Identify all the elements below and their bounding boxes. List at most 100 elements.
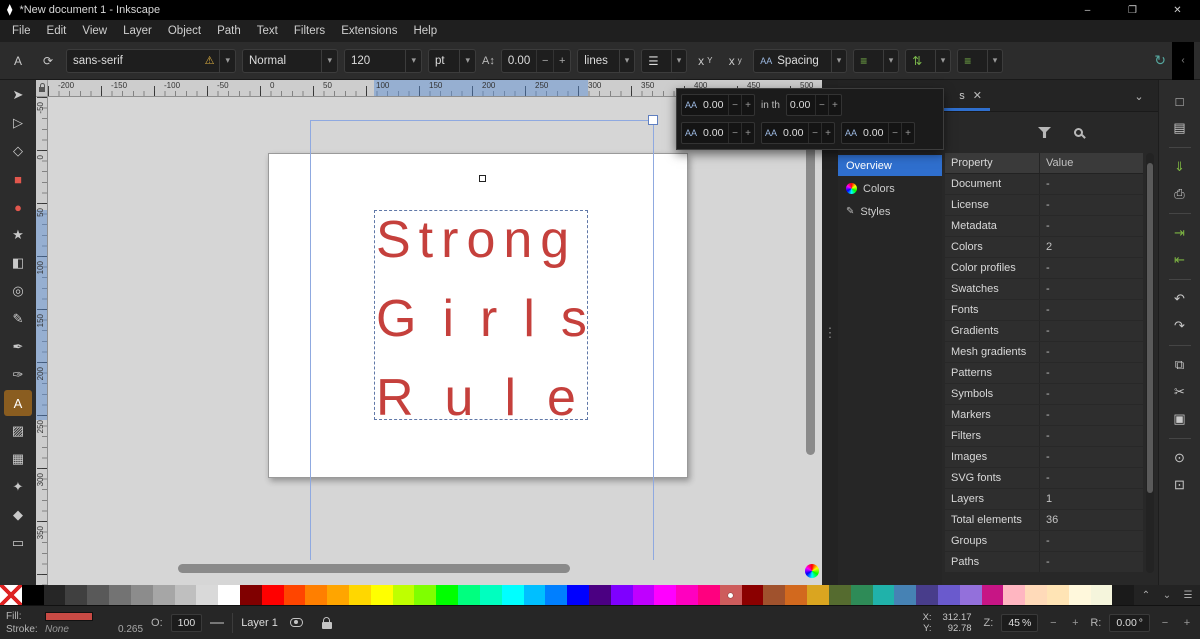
paint-bucket-tool[interactable]: ◆ <box>4 502 32 528</box>
opacity-slider[interactable] <box>210 622 224 624</box>
palette-scroll-up-button[interactable]: ⌃ <box>1137 586 1155 604</box>
ellipse-tool[interactable]: ● <box>4 194 32 220</box>
table-row[interactable]: License- <box>945 195 1143 216</box>
color-swatch[interactable] <box>873 585 895 605</box>
table-row[interactable]: SVG fonts- <box>945 468 1143 489</box>
export-icon[interactable]: ⇤ <box>1167 249 1193 271</box>
increment-button[interactable]: + <box>901 123 914 143</box>
node-tool[interactable]: ▷ <box>4 110 32 136</box>
color-swatch[interactable] <box>87 585 109 605</box>
increment-button[interactable]: + <box>741 95 754 115</box>
zoom-page-icon[interactable]: ⊡ <box>1167 474 1193 496</box>
mesh-gradient-tool[interactable]: ▦ <box>4 446 32 472</box>
color-swatch[interactable] <box>938 585 960 605</box>
text-tool[interactable]: A <box>4 390 32 416</box>
decrement-button[interactable]: − <box>728 123 741 143</box>
table-row[interactable]: Fonts- <box>945 300 1143 321</box>
menu-edit[interactable]: Edit <box>39 22 75 40</box>
vertical-guide[interactable] <box>310 120 311 560</box>
opacity-input[interactable]: 100 <box>171 614 203 632</box>
table-row[interactable]: Groups- <box>945 531 1143 552</box>
menu-layer[interactable]: Layer <box>115 22 160 40</box>
restore-button[interactable]: ❐ <box>1110 0 1155 20</box>
redo-icon[interactable]: ↷ <box>1167 315 1193 337</box>
color-swatch[interactable] <box>611 585 633 605</box>
menu-extensions[interactable]: Extensions <box>333 22 405 40</box>
color-swatch[interactable] <box>22 585 44 605</box>
color-swatch[interactable] <box>567 585 589 605</box>
selector-tool[interactable]: ➤ <box>4 82 32 108</box>
color-swatch[interactable] <box>262 585 284 605</box>
subscript-button[interactable]: xy <box>723 49 747 73</box>
word-spacing-spinner[interactable]: 0.00 − + <box>786 94 842 116</box>
color-swatch[interactable] <box>393 585 415 605</box>
sidebar-item-colors[interactable]: Colors <box>838 178 942 199</box>
color-swatch[interactable] <box>785 585 807 605</box>
palette-scroll-down-button[interactable]: ⌄ <box>1158 586 1176 604</box>
menu-view[interactable]: View <box>74 22 115 40</box>
horizontal-guide[interactable] <box>310 120 653 121</box>
cut-icon[interactable]: ✂ <box>1167 381 1193 403</box>
search-icon[interactable] <box>1074 128 1083 137</box>
color-swatch[interactable] <box>589 585 611 605</box>
table-row[interactable]: Color profiles- <box>945 258 1143 279</box>
open-file-icon[interactable]: ▤ <box>1167 117 1193 139</box>
canvas-viewport[interactable]: StrongGirlsRule <box>48 97 822 585</box>
color-swatch[interactable] <box>676 585 698 605</box>
canvas-area[interactable]: -200-150-100-500501001502002503003504004… <box>36 80 822 585</box>
ruler-origin-corner[interactable] <box>36 80 48 97</box>
text-align-select[interactable]: ☰ ▾ <box>641 49 687 73</box>
color-swatch[interactable] <box>480 585 502 605</box>
line-height-unit-select[interactable]: lines ▾ <box>577 49 635 73</box>
filter-icon[interactable] <box>1038 127 1051 138</box>
color-swatch[interactable] <box>1091 585 1113 605</box>
decrement-button[interactable]: − <box>888 123 901 143</box>
layer-lock-button[interactable] <box>316 613 338 633</box>
table-row[interactable]: Patterns- <box>945 363 1143 384</box>
layer-visibility-button[interactable] <box>286 613 308 633</box>
color-swatch[interactable] <box>371 585 393 605</box>
increment-button[interactable]: + <box>821 123 834 143</box>
spacing-menu-button[interactable]: AA Spacing ▾ <box>753 49 847 73</box>
kerning-spinner[interactable]: AA 0.00 − + <box>681 122 755 144</box>
box3d-tool[interactable]: ◧ <box>4 250 32 276</box>
scrollbar-thumb[interactable] <box>1147 163 1153 493</box>
paste-icon[interactable]: ▣ <box>1167 408 1193 430</box>
collapse-snap-bar-button[interactable]: ‹ <box>1172 42 1194 80</box>
color-swatch[interactable] <box>720 585 742 605</box>
calligraphy-tool[interactable]: ✑ <box>4 362 32 388</box>
table-row[interactable]: Markers- <box>945 405 1143 426</box>
vertical-guide[interactable] <box>653 120 654 560</box>
color-swatch[interactable] <box>436 585 458 605</box>
color-swatch[interactable] <box>1003 585 1025 605</box>
table-row[interactable]: Filters- <box>945 426 1143 447</box>
color-swatch[interactable] <box>175 585 197 605</box>
font-family-select[interactable]: sans-serif ⚠ ▾ <box>66 49 236 73</box>
text-orientation-select[interactable]: ⇅ ▾ <box>905 49 951 73</box>
menu-filters[interactable]: Filters <box>286 22 333 40</box>
menu-file[interactable]: File <box>4 22 39 40</box>
zoom-drawing-icon[interactable]: ⊙ <box>1167 447 1193 469</box>
vertical-shift-spinner[interactable]: AA 0.00 − + <box>841 122 915 144</box>
fill-swatch[interactable] <box>45 612 93 621</box>
table-row[interactable]: Metadata- <box>945 216 1143 237</box>
color-swatch[interactable] <box>458 585 480 605</box>
color-swatch[interactable] <box>502 585 524 605</box>
sidebar-item-overview[interactable]: Overview <box>838 155 942 176</box>
rotation-increase-button[interactable]: + <box>1180 617 1194 629</box>
table-row[interactable]: Document- <box>945 174 1143 195</box>
save-icon[interactable]: ⇓ <box>1167 156 1193 178</box>
dock-collapse-button[interactable]: ⌄ <box>1128 86 1150 106</box>
increment-button[interactable]: + <box>828 95 841 115</box>
minimize-button[interactable]: – <box>1065 0 1110 20</box>
color-swatch[interactable] <box>305 585 327 605</box>
table-row[interactable]: Gradients- <box>945 321 1143 342</box>
font-size-select[interactable]: 120 ▾ <box>344 49 422 73</box>
text-direction-select[interactable]: ≡ ▾ <box>957 49 1003 73</box>
guide-anchor-handle[interactable] <box>648 115 658 125</box>
table-row[interactable]: Total elements36 <box>945 510 1143 531</box>
layer-select[interactable]: Layer 1 <box>241 617 278 629</box>
zoom-increase-button[interactable]: + <box>1068 617 1082 629</box>
undo-icon[interactable]: ↶ <box>1167 288 1193 310</box>
vertical-scrollbar[interactable] <box>806 107 815 455</box>
